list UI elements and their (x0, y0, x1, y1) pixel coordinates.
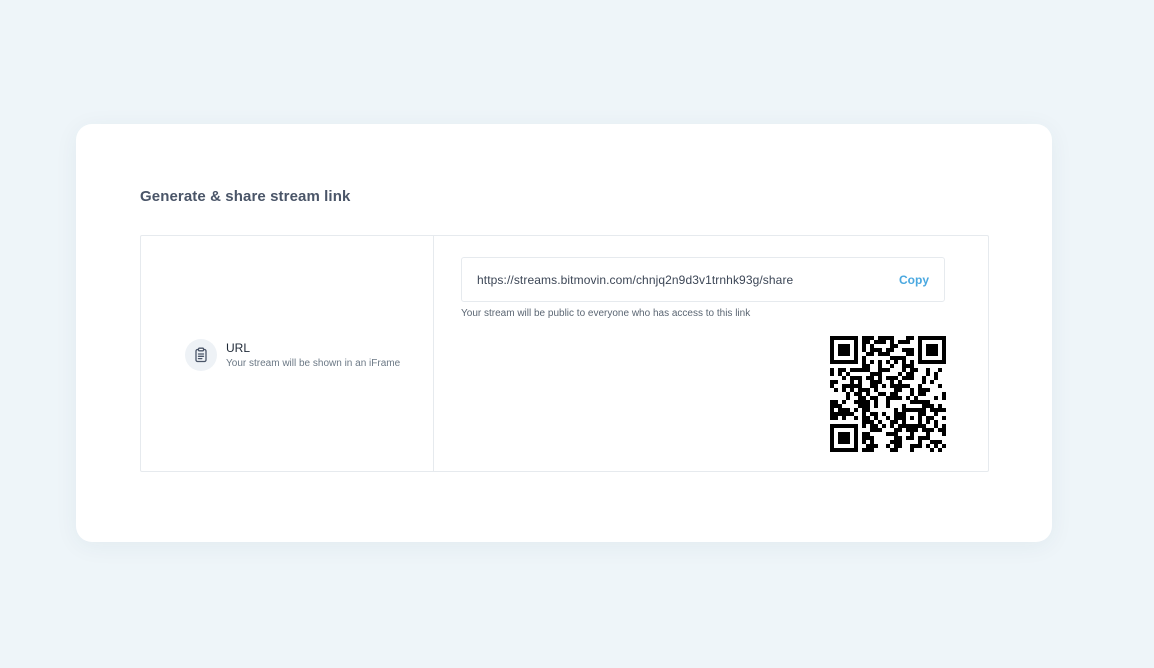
share-option-title: URL (226, 340, 251, 355)
share-option-description: Your stream will be shown in an iFrame (226, 357, 401, 369)
share-url-field[interactable]: https://streams.bitmovin.com/chnjq2n9d3v… (461, 257, 945, 302)
clipboard-icon (185, 339, 217, 371)
share-panel: URL Your stream will be shown in an iFra… (140, 235, 989, 472)
card-title: Generate & share stream link (140, 188, 351, 205)
share-option-url[interactable]: URL Your stream will be shown in an iFra… (185, 339, 400, 371)
share-options-column: URL Your stream will be shown in an iFra… (141, 236, 434, 471)
copy-button[interactable]: Copy (899, 273, 929, 287)
share-stream-card: Generate & share stream link URL Your st… (76, 124, 1052, 542)
share-url-hint: Your stream will be public to everyone w… (461, 308, 751, 319)
share-url-text[interactable]: https://streams.bitmovin.com/chnjq2n9d3v… (477, 273, 793, 287)
qr-code (830, 336, 946, 452)
